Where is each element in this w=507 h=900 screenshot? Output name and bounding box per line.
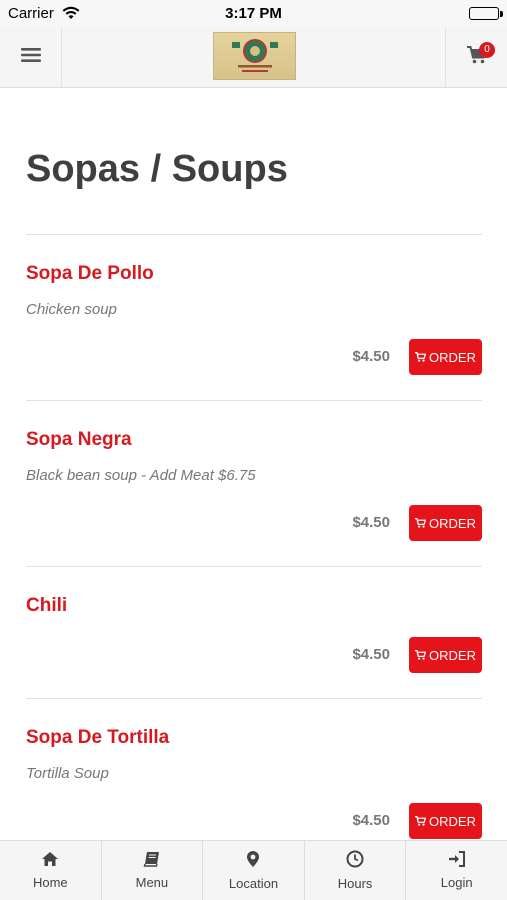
order-label: ORDER	[429, 647, 476, 663]
tab-label: Hours	[337, 876, 373, 891]
restaurant-logo[interactable]	[213, 32, 296, 80]
hamburger-icon	[20, 47, 41, 68]
divider	[26, 698, 482, 699]
item-name[interactable]: Sopa Negra	[26, 429, 132, 451]
item-name[interactable]: Sopa De Tortilla	[26, 727, 169, 749]
order-button[interactable]: ORDER	[409, 505, 482, 541]
order-button[interactable]: ORDER	[409, 803, 482, 839]
tab-label: Menu	[135, 875, 169, 890]
home-icon	[41, 851, 59, 872]
status-time: 3:17 PM	[225, 5, 282, 22]
tab-label: Home	[32, 875, 68, 890]
tab-label: Location	[228, 876, 279, 891]
order-button[interactable]: ORDER	[409, 339, 482, 375]
book-icon	[143, 851, 161, 872]
item-price: $4.50	[352, 812, 390, 829]
page-title: Sopas / Soups	[26, 148, 288, 190]
bottom-tab-bar: Home Menu Location Hours Login	[0, 840, 507, 900]
tab-menu[interactable]: Menu	[102, 841, 204, 900]
battery-tip	[500, 11, 503, 17]
item-price: $4.50	[352, 514, 390, 531]
item-description: Tortilla Soup	[26, 765, 109, 782]
app-header: 0	[0, 27, 507, 88]
item-name[interactable]: Sopa De Pollo	[26, 263, 154, 285]
item-price: $4.50	[352, 646, 390, 663]
status-bar: Carrier 3:17 PM	[0, 0, 507, 27]
cart-count-badge: 0	[479, 42, 495, 58]
tab-hours[interactable]: Hours	[305, 841, 407, 900]
tab-login[interactable]: Login	[406, 841, 507, 900]
cart-icon	[415, 648, 427, 663]
map-pin-icon	[246, 850, 260, 873]
item-description: Black bean soup - Add Meat $6.75	[26, 467, 256, 484]
tab-label: Login	[440, 875, 473, 890]
cart-icon	[415, 350, 427, 365]
tab-location[interactable]: Location	[203, 841, 305, 900]
login-icon	[448, 851, 466, 872]
menu-content[interactable]: Sopas / Soups Sopa De Pollo Chicken soup…	[0, 88, 507, 840]
item-name[interactable]: Chili	[26, 595, 67, 617]
cart-button[interactable]: 0	[445, 27, 507, 87]
order-label: ORDER	[429, 813, 476, 829]
cart-icon	[415, 814, 427, 829]
clock-icon	[346, 850, 364, 873]
divider	[26, 400, 482, 401]
item-description: Chicken soup	[26, 301, 117, 318]
menu-button[interactable]	[0, 27, 62, 87]
divider	[26, 566, 482, 567]
order-label: ORDER	[429, 515, 476, 531]
cart-icon	[415, 516, 427, 531]
battery-icon	[469, 7, 499, 20]
order-button[interactable]: ORDER	[409, 637, 482, 673]
divider	[26, 234, 482, 235]
item-price: $4.50	[352, 348, 390, 365]
order-label: ORDER	[429, 349, 476, 365]
tab-home[interactable]: Home	[0, 841, 102, 900]
